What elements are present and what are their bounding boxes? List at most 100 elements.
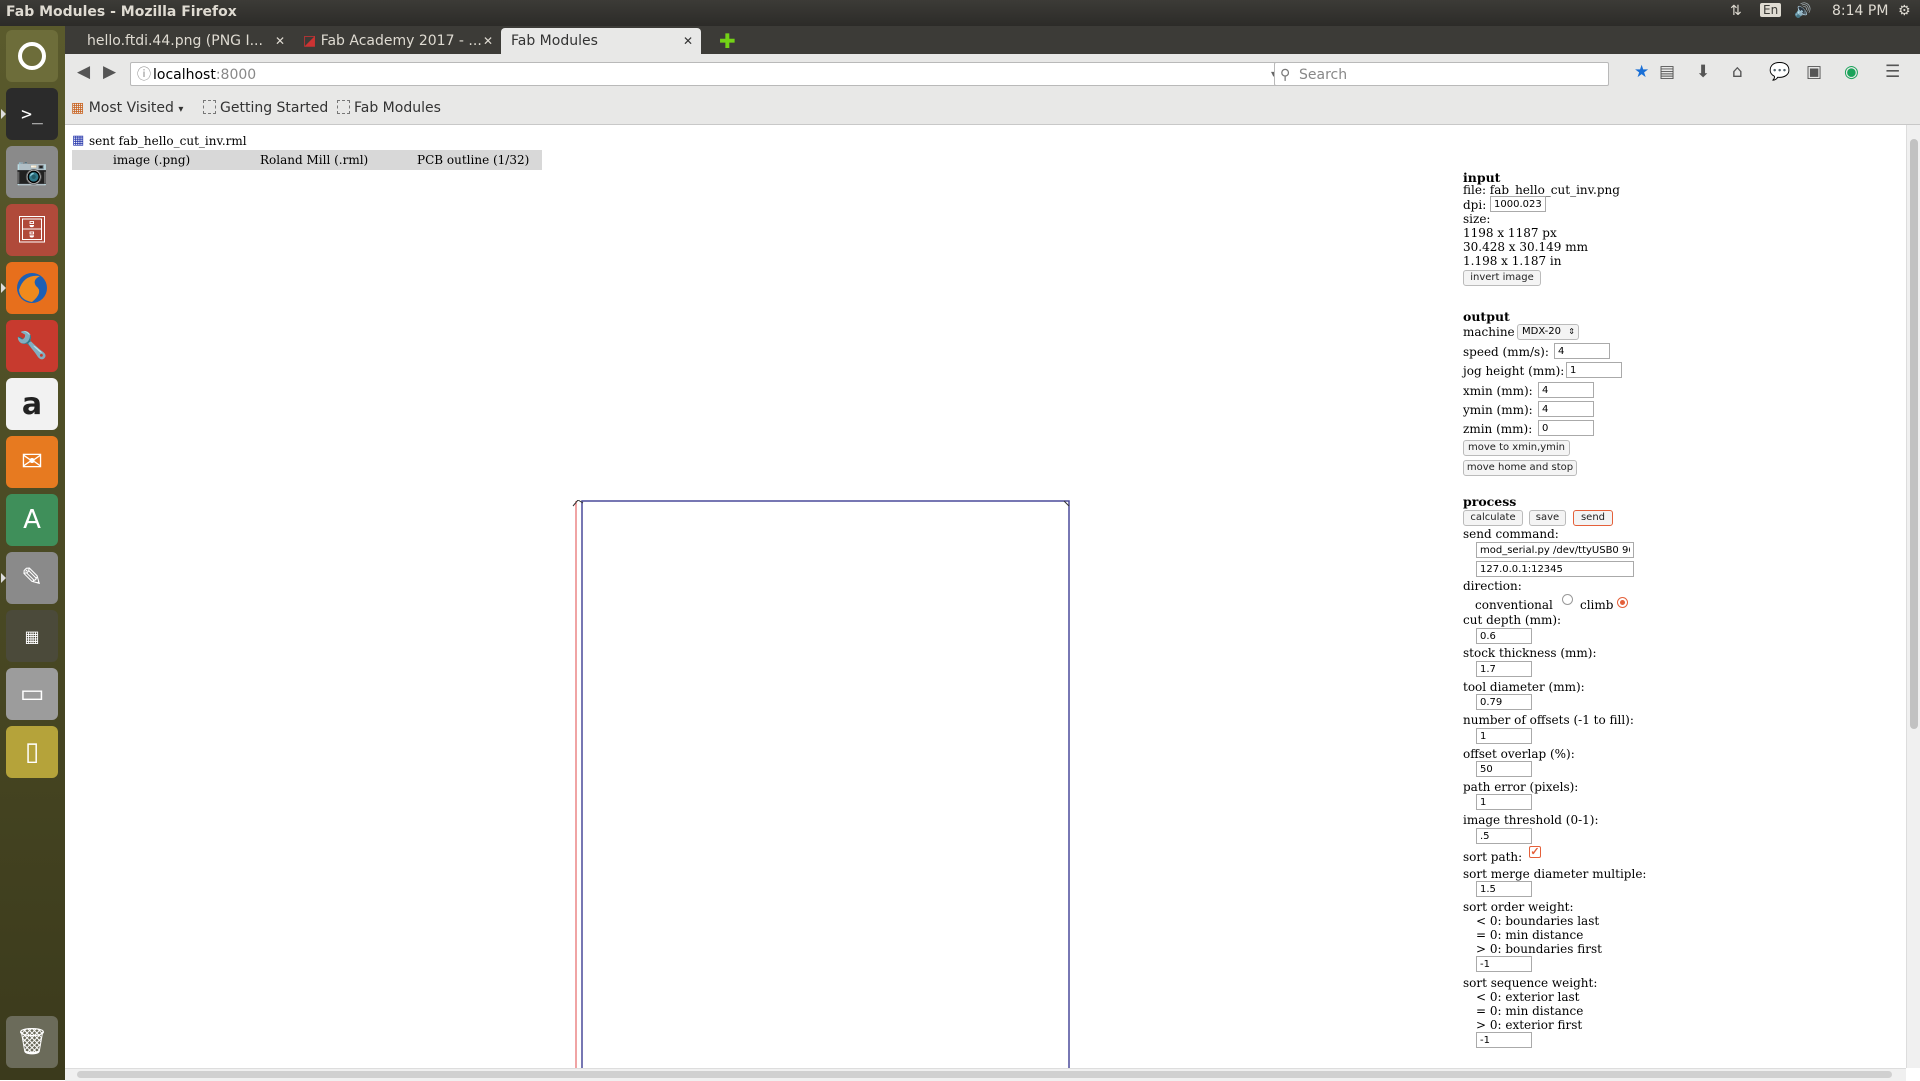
software-center-icon[interactable]: A — [6, 494, 58, 546]
ubuntu-dash-icon[interactable] — [6, 30, 58, 82]
trash-icon[interactable]: 🗑 — [6, 1016, 58, 1068]
close-icon[interactable]: ✕ — [483, 28, 493, 54]
horizontal-scrollbar[interactable] — [65, 1068, 1906, 1081]
toolpath-canvas[interactable] — [515, 500, 1075, 1068]
calculate-button[interactable]: calculate — [1463, 510, 1523, 526]
sequence-line: > 0: exterior first — [1476, 1018, 1583, 1032]
search-placeholder: Search — [1299, 67, 1348, 83]
reading-list-icon[interactable]: ▤ — [1659, 62, 1675, 82]
chevron-down-icon: ⇕ — [1568, 327, 1575, 336]
stock-label: stock thickness (mm): — [1463, 646, 1597, 660]
dpi-input[interactable] — [1490, 196, 1546, 212]
send-command-input[interactable] — [1476, 542, 1634, 558]
info-icon[interactable]: ⓘ — [137, 63, 151, 87]
mail-icon[interactable]: ✉ — [6, 436, 58, 488]
files-icon[interactable]: 🗄 — [6, 204, 58, 256]
tab-fab-academy[interactable]: ◪ Fab Academy 2017 - ... ✕ — [293, 28, 501, 54]
dpi-label: dpi: — [1463, 198, 1487, 212]
youtube-icon[interactable]: ▣ — [1806, 62, 1822, 82]
scrollbar-thumb[interactable] — [77, 1071, 1892, 1078]
order-label: sort order weight: — [1463, 900, 1574, 914]
climb-radio[interactable] — [1617, 597, 1628, 608]
clock[interactable]: 8:14 PM — [1832, 3, 1888, 19]
search-input[interactable]: ⚲ Search — [1274, 62, 1609, 86]
bookmark-fab-modules[interactable]: Fab Modules — [337, 100, 441, 116]
gear-icon[interactable]: ⚙ — [1898, 3, 1911, 19]
xmin-label: xmin (mm): — [1463, 384, 1533, 398]
text-editor-icon[interactable]: ✎ — [1, 552, 58, 604]
chat-icon[interactable]: 💬 — [1769, 62, 1790, 82]
top-panel: Fab Modules - Mozilla Firefox ⇅ En 🔊 8:1… — [0, 0, 1920, 26]
send-button[interactable]: send — [1573, 510, 1613, 526]
ymin-label: ymin (mm): — [1463, 403, 1533, 417]
move-home-stop-button[interactable]: move home and stop — [1463, 460, 1577, 476]
forward-icon[interactable]: ▶ — [103, 62, 116, 82]
tab-label: hello.ftdi.44.png (PNG I... — [87, 33, 263, 49]
close-icon[interactable]: ✕ — [275, 28, 285, 54]
menu-icon[interactable]: ☰ — [1885, 62, 1900, 82]
conventional-radio[interactable] — [1562, 594, 1573, 605]
new-tab-icon[interactable]: ✚ — [719, 28, 736, 54]
merge-input[interactable] — [1476, 881, 1532, 897]
tab-fab-modules[interactable]: Fab Modules ✕ — [501, 28, 701, 54]
server-input[interactable] — [1476, 561, 1634, 577]
terminal-icon[interactable]: >_ — [1, 88, 58, 140]
path-error-input[interactable] — [1476, 794, 1532, 810]
volume-icon[interactable]: 🔊 — [1794, 3, 1811, 19]
camera-icon[interactable]: 📷 — [6, 146, 58, 198]
zmin-input[interactable] — [1538, 420, 1594, 436]
network-icon[interactable]: ⇅ — [1730, 3, 1742, 19]
tool-diameter-input[interactable] — [1476, 694, 1532, 710]
cut-depth-input[interactable] — [1476, 628, 1532, 644]
bookmarks-toolbar: ▦ Most Visited ▾ Getting Started Fab Mod… — [65, 94, 1920, 125]
keyboard-indicator[interactable]: En — [1760, 3, 1782, 17]
save-button[interactable]: save — [1529, 510, 1566, 526]
bookmark-star-icon[interactable]: ★ — [1634, 62, 1649, 82]
window-title: Fab Modules - Mozilla Firefox — [6, 4, 237, 20]
xmin-input[interactable] — [1538, 382, 1594, 398]
offsets-label: number of offsets (-1 to fill): — [1463, 713, 1634, 727]
sort-path-checkbox[interactable]: ✓ — [1529, 846, 1541, 858]
home-icon[interactable]: ⌂ — [1732, 62, 1743, 82]
overlap-label: offset overlap (%): — [1463, 747, 1575, 761]
jog-height-input[interactable] — [1566, 362, 1622, 378]
workspaces-icon[interactable]: ▦ — [6, 610, 58, 662]
speed-label: speed (mm/s): — [1463, 345, 1549, 359]
bookmark-most-visited[interactable]: ▦ Most Visited ▾ — [71, 100, 183, 116]
back-icon[interactable]: ◀ — [77, 62, 90, 82]
url-bar[interactable]: ⓘ localhost:8000 ▾ ↻ — [130, 62, 1297, 86]
overlap-input[interactable] — [1476, 761, 1532, 777]
grammarly-icon[interactable]: ◉ — [1844, 62, 1859, 82]
invert-image-button[interactable]: invert image — [1463, 270, 1541, 286]
vertical-scrollbar[interactable] — [1906, 125, 1920, 1068]
output-heading: output — [1463, 309, 1510, 324]
machine-select[interactable]: MDX-20 ⇕ — [1517, 324, 1579, 340]
merge-label: sort merge diameter multiple: — [1463, 867, 1647, 881]
format-pcb[interactable]: PCB outline (1/32) — [417, 153, 529, 167]
close-icon[interactable]: ✕ — [683, 28, 693, 54]
scrollbar-thumb[interactable] — [1910, 139, 1918, 729]
bookmark-getting-started[interactable]: Getting Started — [203, 100, 328, 116]
firefox-icon[interactable] — [1, 262, 58, 314]
drive-icon[interactable]: ▭ — [6, 668, 58, 720]
speed-input[interactable] — [1554, 343, 1610, 359]
format-roland[interactable]: Roland Mill (.rml) — [260, 153, 368, 167]
order-weight-input[interactable] — [1476, 956, 1532, 972]
amazon-icon[interactable]: a — [6, 378, 58, 430]
stock-input[interactable] — [1476, 661, 1532, 677]
format-image[interactable]: image (.png) — [113, 153, 190, 167]
ymin-input[interactable] — [1538, 401, 1594, 417]
size-label: size: — [1463, 212, 1491, 226]
threshold-input[interactable] — [1476, 828, 1532, 844]
move-xmin-ymin-button[interactable]: move to xmin,ymin — [1463, 440, 1570, 456]
navigation-bar: ◀ ▶ ⓘ localhost:8000 ▾ ↻ ⚲ Search ★ ▤ ⬇ … — [65, 54, 1920, 95]
offsets-input[interactable] — [1476, 728, 1532, 744]
order-line: < 0: boundaries last — [1476, 914, 1600, 928]
settings-icon[interactable]: 🔧 — [6, 320, 58, 372]
favicon-icon: ◪ — [303, 33, 321, 49]
sequence-weight-input[interactable] — [1476, 1032, 1532, 1048]
usb-drive-icon[interactable]: ▯ — [6, 726, 58, 778]
tab-hello-png[interactable]: hello.ftdi.44.png (PNG I... ✕ — [77, 28, 293, 54]
tab-label: Fab Modules — [511, 33, 598, 49]
downloads-icon[interactable]: ⬇ — [1696, 62, 1710, 82]
